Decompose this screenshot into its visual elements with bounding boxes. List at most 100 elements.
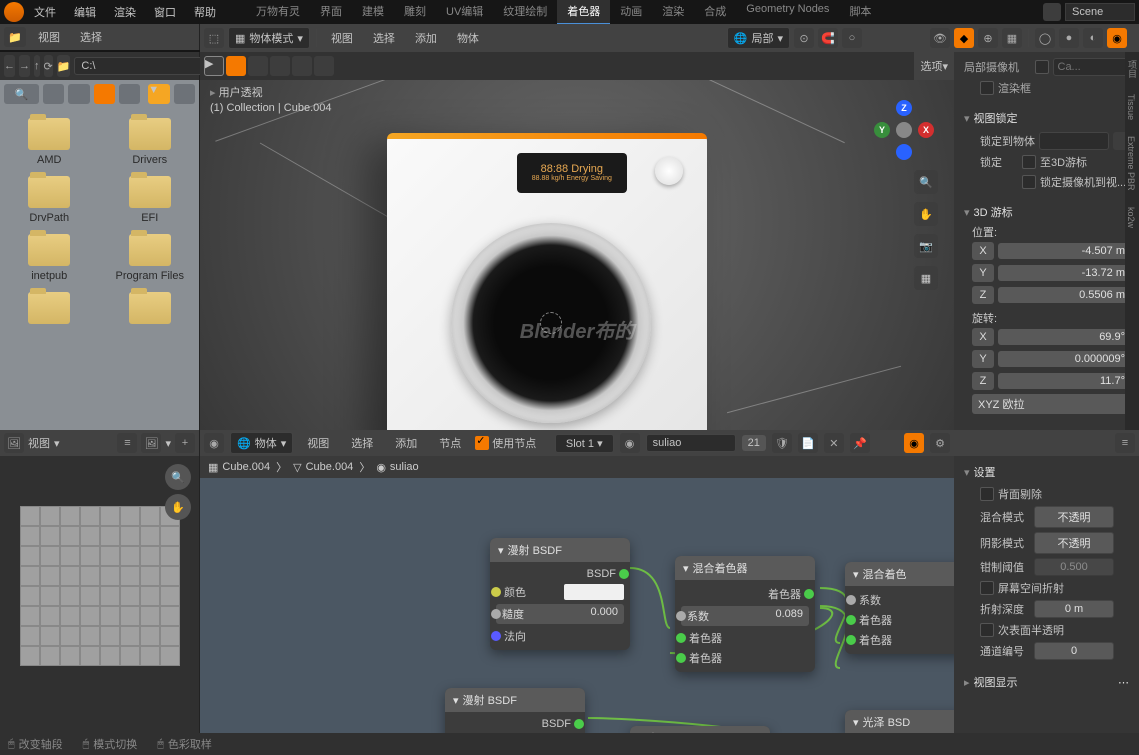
- y-axis-button[interactable]: Y: [972, 264, 994, 282]
- socket-shader-in[interactable]: [676, 633, 686, 643]
- node-canvas[interactable]: ▾漫射 BSDF BSDF 颜色 糙度0.000 法向 ▾混合着色器 着色器 系…: [200, 478, 954, 755]
- node-mix-shader[interactable]: ▾混合着色器 着色器 系数0.089 着色器 着色器: [675, 556, 815, 672]
- scene-icon[interactable]: [1043, 3, 1061, 21]
- gizmo-z-axis[interactable]: Z: [896, 100, 912, 116]
- panel-options-icon[interactable]: ⋯: [1118, 676, 1129, 689]
- menu-help[interactable]: 帮助: [186, 0, 224, 24]
- gizmo-z-neg[interactable]: [896, 144, 912, 160]
- gizmo-y-axis[interactable]: Y: [874, 122, 890, 138]
- fb-back-button[interactable]: ←: [4, 55, 15, 77]
- ws-tab-11[interactable]: 脚本: [839, 0, 881, 25]
- vp-menu-view[interactable]: 视图: [323, 26, 361, 50]
- ne-options-icon[interactable]: ⚙: [930, 433, 950, 453]
- fb-search-button[interactable]: 🔍: [4, 84, 39, 104]
- menu-window[interactable]: 窗口: [146, 0, 184, 24]
- new-mat-icon[interactable]: 📄: [798, 433, 818, 453]
- image-editor-type-icon[interactable]: 🖼: [4, 433, 24, 453]
- pivot-icon[interactable]: ⊙: [794, 28, 814, 48]
- ie-new-icon[interactable]: +: [175, 433, 195, 453]
- view-options-dropdown[interactable]: 选项 ▾: [914, 52, 954, 80]
- fac-slider[interactable]: 系数0.089: [681, 606, 809, 626]
- shader-type-dropdown[interactable]: 🌐物体▾: [230, 432, 293, 454]
- ws-tab-3[interactable]: 雕刻: [394, 0, 436, 25]
- gizmo-center[interactable]: [896, 122, 912, 138]
- rz-axis-button[interactable]: Z: [972, 372, 994, 390]
- ie-image-icon[interactable]: 🖼: [141, 433, 161, 453]
- blend-mode-dropdown[interactable]: 不透明: [1034, 506, 1114, 528]
- cursor-z-value[interactable]: 0.5506 m: [998, 287, 1131, 303]
- material-name-input[interactable]: [646, 434, 736, 452]
- crumb-object[interactable]: ▦ Cube.004: [208, 461, 270, 474]
- vp-menu-add[interactable]: 添加: [407, 26, 445, 50]
- pan-gizmo-icon[interactable]: ✋: [914, 202, 938, 226]
- shading-matprev-icon[interactable]: ◐: [1083, 28, 1103, 48]
- tool-icon[interactable]: [248, 56, 268, 76]
- shading-render-icon[interactable]: ◉: [1107, 28, 1127, 48]
- ne-menu-add[interactable]: 添加: [387, 431, 425, 455]
- vp-menu-object[interactable]: 物体: [449, 26, 487, 50]
- proportional-icon[interactable]: ○: [842, 28, 862, 48]
- persp-gizmo-icon[interactable]: ▦: [914, 266, 938, 290]
- fb-settings-icon[interactable]: [174, 84, 195, 104]
- socket-shader-in[interactable]: [676, 653, 686, 663]
- rx-axis-button[interactable]: X: [972, 328, 994, 346]
- node-header[interactable]: ▾光泽 BSD: [845, 710, 954, 734]
- fb-menu-select[interactable]: 选择: [72, 25, 110, 49]
- local-camera-toggle[interactable]: [1035, 60, 1049, 74]
- clip-threshold-input[interactable]: 0.500: [1034, 558, 1114, 576]
- tool-icon[interactable]: [292, 56, 312, 76]
- vtab-item[interactable]: 项目: [1125, 52, 1139, 86]
- material-preview-icon[interactable]: ◉: [620, 433, 640, 453]
- ws-tab-7[interactable]: 动画: [610, 0, 652, 25]
- render-border-toggle[interactable]: [980, 81, 994, 95]
- tool-icon[interactable]: [270, 56, 290, 76]
- socket-shader-out[interactable]: [619, 569, 629, 579]
- socket-shader-out[interactable]: [574, 719, 584, 729]
- overlay-icon[interactable]: ⊕: [978, 28, 998, 48]
- folder-drvpath[interactable]: DrvPath: [4, 176, 95, 224]
- vp-editor-type-icon[interactable]: ⬚: [204, 28, 224, 48]
- ws-tab-10[interactable]: Geometry Nodes: [736, 0, 839, 25]
- node-header[interactable]: ▾混合着色器: [675, 556, 815, 580]
- crumb-mesh[interactable]: ▽ Cube.004: [293, 461, 353, 474]
- menu-file[interactable]: 文件: [26, 0, 64, 24]
- vtab-kit[interactable]: ko2w: [1125, 199, 1139, 236]
- fb-view-list-icon[interactable]: [43, 84, 64, 104]
- pass-index-input[interactable]: 0: [1034, 642, 1114, 660]
- roughness-slider[interactable]: 糙度0.000: [496, 604, 624, 624]
- sss-toggle[interactable]: [980, 623, 994, 637]
- shader-editor-type-icon[interactable]: ◉: [204, 433, 224, 453]
- mode-dropdown[interactable]: ▦ 物体模式 ▾: [228, 27, 310, 49]
- ws-tab-2[interactable]: 建模: [352, 0, 394, 25]
- color-swatch[interactable]: [564, 584, 624, 600]
- ne-menu-select[interactable]: 选择: [343, 431, 381, 455]
- folder-inetpub[interactable]: inetpub: [4, 234, 95, 282]
- 3d-viewport[interactable]: ▸ 用户透视 (1) Collection | Cube.004 88:88 D…: [200, 80, 954, 430]
- camera-input[interactable]: [1053, 58, 1130, 76]
- pin-icon[interactable]: 📌: [850, 433, 870, 453]
- material-slot-dropdown[interactable]: Slot 1 ▾: [555, 434, 614, 453]
- menu-edit[interactable]: 编辑: [66, 0, 104, 24]
- socket-float-in[interactable]: [491, 609, 501, 619]
- select-box-icon[interactable]: ▶: [204, 56, 224, 76]
- lock-camera-toggle[interactable]: [1022, 175, 1036, 189]
- select-tool-icon[interactable]: [226, 56, 246, 76]
- fake-user-icon[interactable]: 🛡: [772, 433, 792, 453]
- vp-menu-select[interactable]: 选择: [365, 26, 403, 50]
- socket-vector-in[interactable]: [491, 631, 501, 641]
- settings-header[interactable]: ▾设置: [962, 460, 1131, 484]
- cursor-x-value[interactable]: -4.507 m: [998, 243, 1131, 259]
- unlink-mat-icon[interactable]: ✕: [824, 433, 844, 453]
- socket-shader-out[interactable]: [804, 589, 814, 599]
- ws-tab-9[interactable]: 合成: [694, 0, 736, 25]
- snap-icon[interactable]: 🧲: [818, 28, 838, 48]
- use-nodes-toggle[interactable]: 使用节点: [475, 435, 536, 451]
- gizmo-toggle-icon[interactable]: ◆: [954, 28, 974, 48]
- ie-zoom-icon[interactable]: 🔍: [165, 464, 191, 490]
- ssr-toggle[interactable]: [980, 581, 994, 595]
- ws-tab-4[interactable]: UV编辑: [436, 0, 493, 25]
- ws-tab-6[interactable]: 着色器: [557, 0, 610, 25]
- refraction-depth-input[interactable]: 0 m: [1034, 600, 1114, 618]
- xray-icon[interactable]: ▦: [1002, 28, 1022, 48]
- orientation-dropdown[interactable]: 🌐 局部 ▾: [727, 27, 790, 49]
